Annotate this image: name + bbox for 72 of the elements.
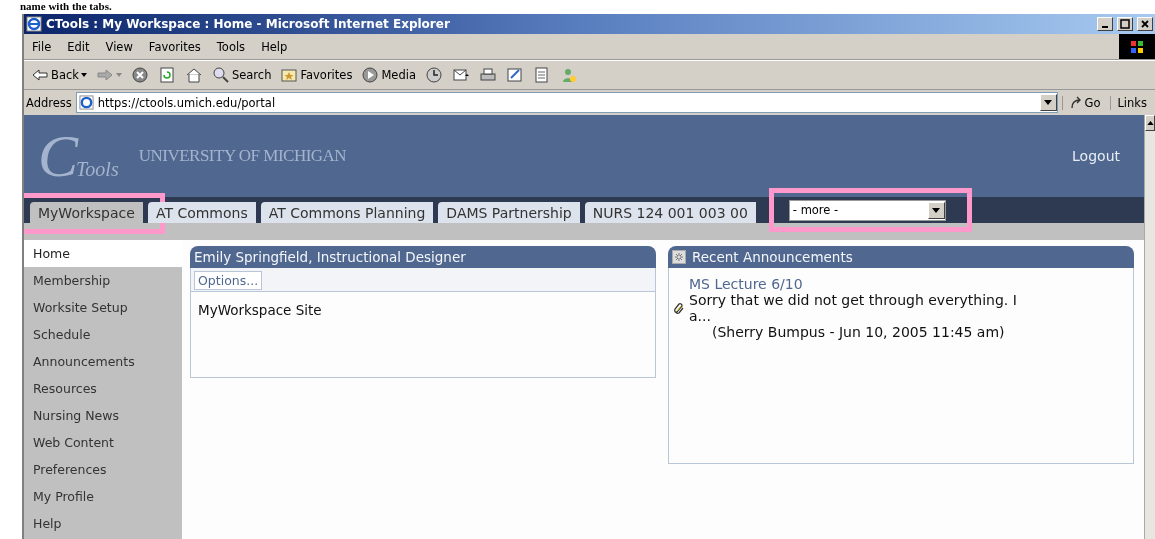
edit-icon [505, 66, 524, 84]
envelope-icon [451, 66, 470, 84]
stop-icon [130, 66, 149, 84]
sidebar-item[interactable]: Announcements [24, 348, 182, 375]
site-description: MyWorkspace Site [198, 302, 322, 318]
toolbar-button[interactable]: Media [358, 64, 419, 86]
site-tab[interactable]: DAMS Partnership [438, 202, 580, 223]
go-arrow-icon [1068, 95, 1083, 110]
sidebar-item[interactable]: Home [24, 240, 182, 267]
site-tab[interactable]: MyWorkspace [30, 202, 143, 223]
scrollbar[interactable] [1144, 115, 1155, 539]
menu-item[interactable]: Edit [59, 39, 98, 54]
portlet-title: Emily Springfield, Instructional Designer [194, 249, 466, 265]
address-label: Address [26, 95, 72, 110]
maximize-button[interactable] [1117, 17, 1133, 31]
university-name: UNIVERSITY OF MICHIGAN [138, 146, 347, 166]
home-icon [184, 66, 203, 84]
printer-icon [478, 66, 497, 84]
announcement-text: Sorry that we did not get through everything. I a... [689, 292, 1018, 324]
sidebar-item[interactable]: Web Content [24, 429, 182, 456]
menu-item[interactable]: Favorites [140, 39, 209, 54]
caret-icon [80, 73, 87, 77]
portlet-icon [672, 250, 686, 264]
sidebar-item[interactable]: Membership [24, 267, 182, 294]
ctools-logo: CTools [38, 126, 119, 186]
window-title: CTools : My Workspace : Home - Microsoft Internet Explorer [46, 17, 450, 31]
browser-icon [26, 16, 42, 32]
close-icon [1140, 19, 1150, 29]
minimize-icon [1102, 26, 1108, 28]
back-arrow-icon [31, 66, 49, 84]
menu-item[interactable]: View [97, 39, 141, 54]
menu-item[interactable]: Help [253, 39, 296, 54]
menu-item[interactable]: File [24, 39, 60, 54]
site-tab[interactable]: NURS 124 001 003 00 [584, 202, 756, 223]
announcement-link[interactable]: MS Lecture 6/10 [689, 276, 1089, 292]
close-button[interactable] [1137, 17, 1153, 31]
sidebar-item[interactable]: Preferences [24, 456, 182, 483]
sidebar-item[interactable]: Nursing News [24, 402, 182, 429]
play-icon [361, 66, 380, 84]
announcement-byline: (Sherry Bumpus - Jun 10, 2005 11:45 am) [711, 324, 1006, 340]
document-text: name with the tabs. [20, 0, 113, 14]
document-icon [532, 66, 551, 84]
sidebar-item[interactable]: Worksite Setup [24, 294, 182, 321]
minimize-button[interactable] [1097, 17, 1113, 31]
scroll-up-button[interactable] [1145, 115, 1155, 131]
windows-logo [1119, 34, 1155, 59]
search-icon [211, 66, 230, 84]
sidebar-item[interactable]: Resources [24, 375, 182, 402]
logout-link[interactable]: Logout [1072, 148, 1120, 164]
page-icon [78, 95, 94, 110]
site-tab[interactable]: AT Commons [147, 202, 256, 223]
forward-arrow-icon [95, 66, 114, 84]
sidebar-item[interactable]: My Profile [24, 483, 182, 510]
caret-icon [115, 73, 122, 77]
sidebar-item[interactable]: Help [24, 510, 182, 537]
refresh-icon [157, 66, 176, 84]
clock-icon [424, 66, 443, 84]
site-tab[interactable]: AT Commons Planning [260, 202, 434, 223]
toolbar-button[interactable]: Search [208, 64, 275, 86]
options-button[interactable]: Options... [194, 271, 263, 290]
portlet-title: Recent Announcements [692, 249, 853, 265]
menu-item[interactable]: Tools [208, 39, 254, 54]
links-button[interactable]: Links [1110, 95, 1153, 110]
up-arrow-icon [1146, 121, 1154, 125]
star-folder-icon [280, 66, 299, 84]
go-button[interactable]: Go [1061, 95, 1107, 110]
maximize-icon [1120, 19, 1130, 29]
toolbar-button[interactable]: Back [28, 64, 90, 86]
address-field[interactable]: https://ctools.umich.edu/portal [75, 92, 1058, 113]
more-sites-dropdown[interactable]: - more - [788, 199, 946, 221]
toolbar-button[interactable]: Favorites [277, 64, 356, 86]
sidebar-item[interactable]: Schedule [24, 321, 182, 348]
